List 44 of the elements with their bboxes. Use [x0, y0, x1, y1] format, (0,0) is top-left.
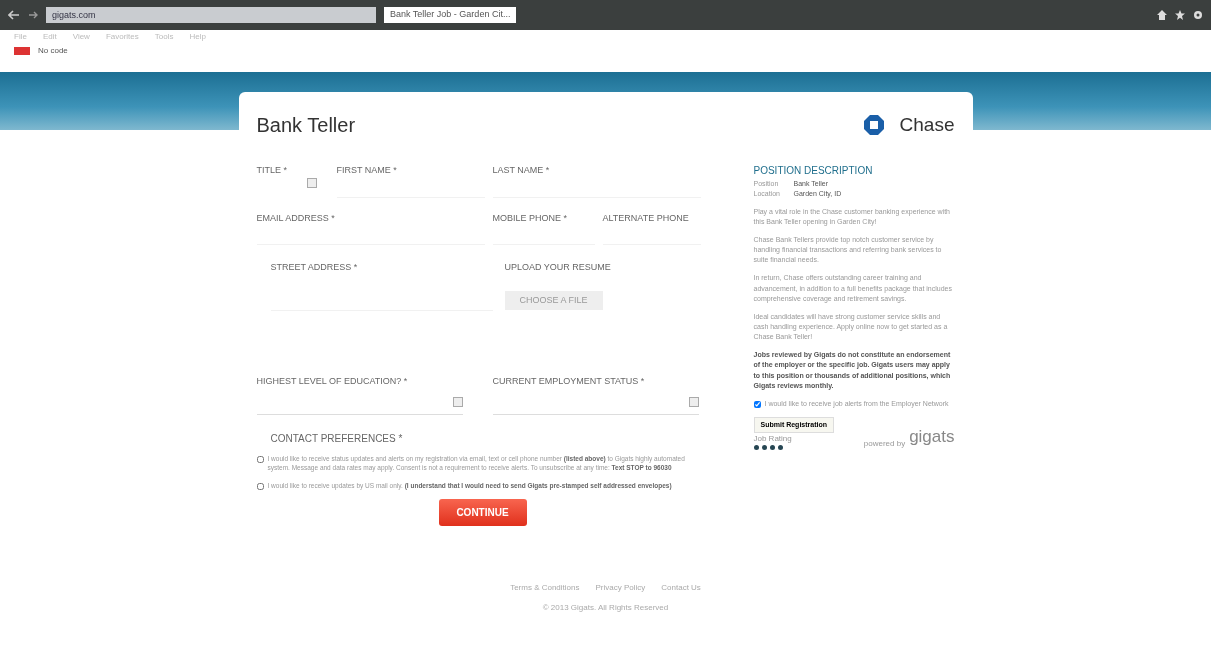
footer-link[interactable]: Privacy Policy	[595, 581, 646, 594]
star-icon[interactable]	[1175, 10, 1185, 20]
menu-item[interactable]: Edit	[42, 31, 57, 43]
job-title: Bank Teller	[256, 113, 356, 138]
dropdown-caret-icon[interactable]	[688, 396, 699, 407]
octagon-logo-icon	[863, 115, 884, 135]
back-icon[interactable]	[8, 10, 20, 20]
contact-checkbox[interactable]	[256, 483, 264, 490]
field-label: STREET ADDRESS *	[270, 262, 358, 272]
menu-item[interactable]: View	[72, 31, 90, 43]
dropdown-caret-icon[interactable]	[452, 396, 463, 407]
brand-logo: gigats	[909, 426, 955, 449]
field-label: MOBILE PHONE *	[492, 211, 569, 225]
forward-icon[interactable]	[28, 10, 38, 20]
field-label: LAST NAME *	[492, 164, 551, 177]
home-icon[interactable]	[1157, 10, 1167, 20]
menu-item[interactable]: Help	[189, 31, 206, 43]
browser-tab[interactable]: Bank Teller Job - Garden Cit...	[384, 7, 517, 23]
settings-icon[interactable]	[1193, 10, 1203, 20]
alerts-checkbox[interactable]	[753, 400, 761, 408]
section-heading: POSITION DESCRIPTION	[753, 164, 874, 178]
field-label: ALTERNATE PHONE	[602, 211, 690, 225]
address-field[interactable]: gigats.com	[46, 7, 376, 23]
company-name: Chase	[899, 112, 955, 137]
field-label: CONTACT PREFERENCES *	[270, 432, 403, 444]
field-label: CURRENT EMPLOYMENT STATUS *	[492, 375, 646, 388]
field-label: TITLE *	[256, 164, 288, 177]
dropdown-caret-icon[interactable]	[306, 177, 317, 188]
toolbar-text: No code	[38, 45, 68, 57]
rating-label: Job Rating	[753, 433, 793, 445]
footer-link[interactable]: Contact Us	[661, 581, 701, 594]
copyright-text: © 2013 Gigats. All Rights Reserved	[542, 602, 669, 612]
select-field[interactable]	[492, 396, 699, 415]
menu-item[interactable]: File	[14, 31, 27, 43]
select-field[interactable]	[256, 396, 463, 415]
field-label: HIGHEST LEVEL OF EDUCATION? *	[256, 375, 409, 388]
footer-link[interactable]: Terms & Conditions	[510, 581, 580, 594]
field-label: EMAIL ADDRESS *	[256, 211, 336, 225]
field-label: UPLOAD YOUR RESUME	[504, 262, 611, 272]
choose-file-button[interactable]: CHOOSE A FILE	[504, 290, 603, 310]
continue-button[interactable]: CONTINUE	[438, 498, 527, 526]
powered-by-text: powered by	[863, 438, 906, 450]
contact-checkbox[interactable]	[256, 455, 264, 463]
field-label: FIRST NAME *	[336, 164, 398, 177]
